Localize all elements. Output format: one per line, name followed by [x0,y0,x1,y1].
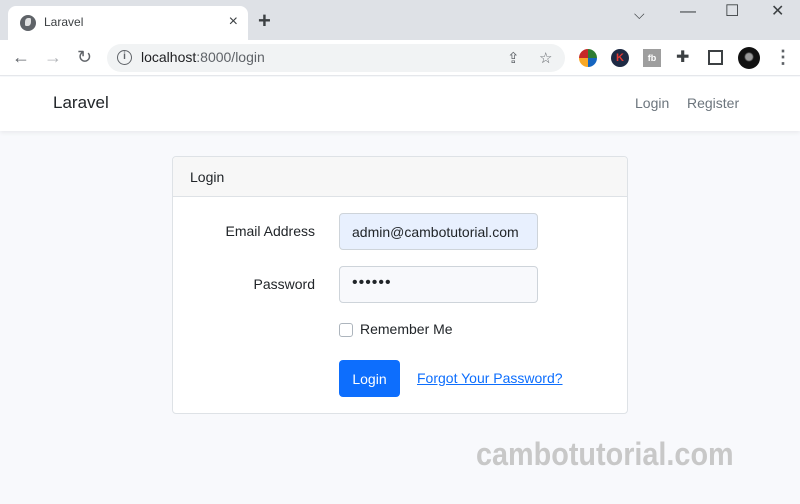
remember-me-label[interactable]: Remember Me [360,321,453,337]
brand-link[interactable]: Laravel [53,93,109,113]
remember-me-checkbox[interactable] [339,323,353,337]
minimize-button[interactable]: — [680,2,696,22]
side-panel-icon[interactable] [708,50,723,65]
site-info-icon[interactable]: i [117,50,132,65]
tab-search-icon[interactable]: ⌵ [634,4,645,24]
address-bar[interactable]: i localhost:8000/login ⇪ ☆ [107,44,565,72]
maximize-button[interactable]: ☐ [725,2,739,22]
url-path: :8000/login [196,49,265,65]
menu-icon[interactable]: ⋮ [774,47,792,67]
reload-button[interactable]: ↻ [77,47,92,67]
url-host: localhost [141,49,197,65]
browser-tab[interactable]: Laravel × [8,6,248,40]
url-text[interactable]: localhost:8000/login [141,49,265,65]
tab-title: Laravel [44,15,84,29]
nav-login-link[interactable]: Login [635,95,669,111]
email-field[interactable] [339,213,538,250]
tab-close-icon[interactable]: × [229,12,238,32]
browser-tabstrip: Laravel × + ⌵ — ☐ ✕ [0,0,800,40]
new-tab-button[interactable]: + [258,9,271,33]
bookmark-star-icon[interactable]: ☆ [539,49,552,67]
email-label: Email Address [225,223,315,239]
k-extension-icon[interactable]: K [611,49,629,67]
browser-toolbar: ← → ↻ i localhost:8000/login ⇪ ☆ K fb ✚ … [0,40,800,76]
back-button[interactable]: ← [12,47,30,67]
login-button[interactable]: Login [339,360,400,397]
forward-button[interactable]: → [44,47,62,67]
idm-icon[interactable] [579,49,597,67]
close-window-button[interactable]: ✕ [771,2,784,22]
login-card: Login Email Address Password •••••• Reme… [172,156,628,414]
password-label: Password [253,276,315,292]
password-field[interactable]: •••••• [339,266,538,303]
nav-register-link[interactable]: Register [687,95,739,111]
watermark: cambotutorial.com [476,436,734,472]
site-navbar: Laravel Login Register [0,77,800,131]
globe-icon [20,15,36,31]
fb-extension-icon[interactable]: fb [643,49,661,67]
card-header: Login [173,157,627,197]
puzzle-icon[interactable]: ✚ [676,49,694,67]
profile-avatar[interactable] [738,47,760,69]
forgot-password-link[interactable]: Forgot Your Password? [417,370,563,386]
share-icon[interactable]: ⇪ [507,49,520,67]
